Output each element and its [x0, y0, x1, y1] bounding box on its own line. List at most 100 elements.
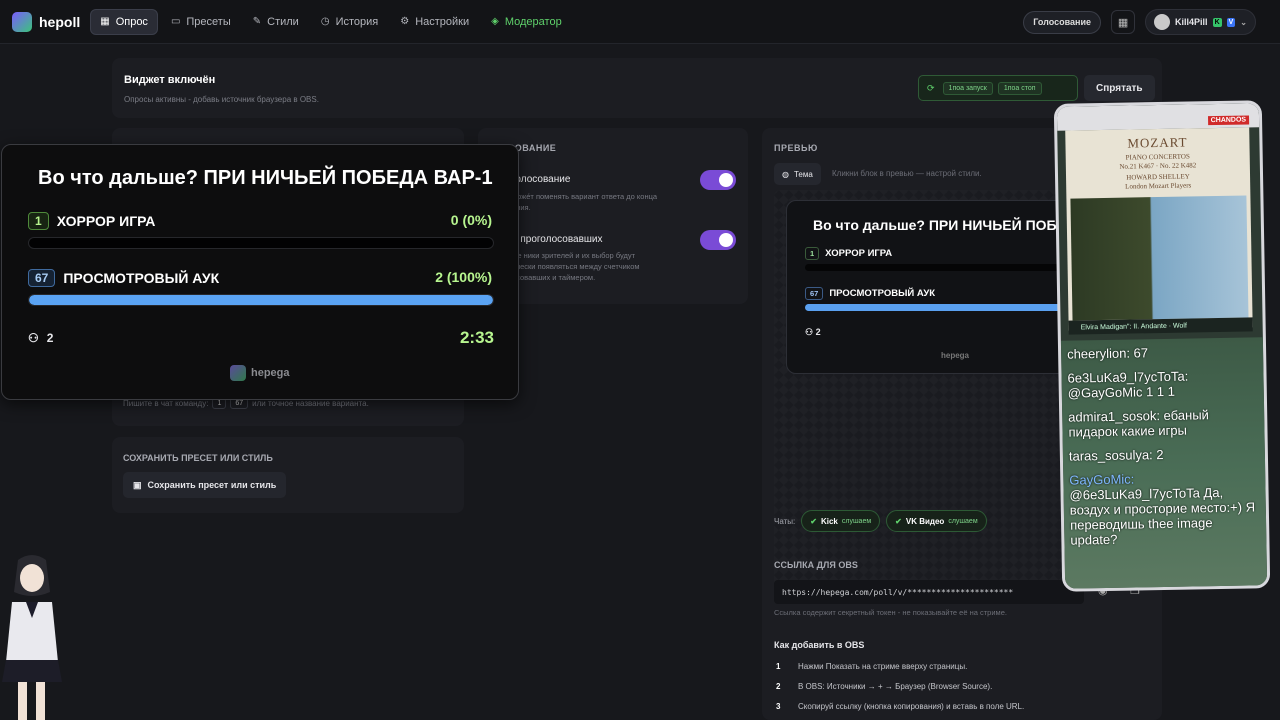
- chat-message: 6e3LuKa9_l7ycToTa: @GayGoMic 1 1 1: [1067, 367, 1259, 401]
- chat-user: admira1_sosok:: [1068, 408, 1161, 425]
- mini-brand: hepega: [941, 351, 970, 360]
- mini-option-1: 1 ХОРРОР ИГРА: [805, 247, 892, 260]
- chat-text: @6e3LuKa9_l7ycToTa Да, воздух и простоpи…: [1069, 484, 1256, 548]
- poll-brand-text: hepega: [251, 367, 290, 379]
- change-vote-toggle[interactable]: [700, 170, 736, 190]
- app-logo[interactable]: hepoll: [12, 11, 81, 32]
- palette-icon: ◍: [782, 169, 789, 179]
- nav-styles-label: Стили: [267, 15, 299, 28]
- now-playing: Elvira Madigan": II. Andante · Wolf: [1068, 317, 1253, 335]
- nav-presets[interactable]: ▭ Пресеты: [162, 9, 240, 35]
- gear-icon: ⚙: [400, 16, 410, 27]
- history-icon: ◷: [320, 16, 330, 27]
- save-preset-card: СОХРАНИТЬ ПРЕСЕТ ИЛИ СТИЛЬ ▣ Сохранить п…: [112, 437, 464, 513]
- obs-link-header: ССЫЛКА ДЛЯ OBS: [774, 560, 858, 570]
- chat-message: taras_sosulya: 2: [1068, 445, 1261, 464]
- brand-icon: [230, 365, 246, 381]
- layout-icon[interactable]: ▦: [1111, 10, 1136, 34]
- nav-moderator-label: Модератор: [504, 15, 562, 28]
- save-preset-button[interactable]: ▣ Сохранить пресет или стиль: [123, 472, 287, 498]
- album-cover: MOZART PIANO CONCERTOS No.21 K467 · No. …: [1065, 127, 1253, 331]
- top-right-actions: Голосование ▦ Kill4Pill K V ⌄: [1023, 9, 1256, 35]
- album-artwork: [1070, 195, 1249, 321]
- nav-presets-label: Пресеты: [186, 15, 231, 28]
- status-subtitle: Опросы активны - добавь источник браузер…: [124, 95, 319, 104]
- top-navbar: hepoll ▦ Опрос ▭ Пресеты ✎ Стили ◷ История ⚙…: [0, 0, 1280, 44]
- nav-history[interactable]: ◷ История: [312, 9, 387, 35]
- poll-bar-1: [28, 237, 494, 249]
- poll-timer: 2:33: [459, 328, 494, 347]
- step-1-text: Нажми Показать на стриме вверху страницы…: [798, 662, 968, 671]
- chat-message: admira1_sosok: ебаный пидарок какие игры: [1068, 406, 1260, 439]
- kick-icon: ✔: [810, 516, 817, 526]
- show-voters-desc-1: ые ники зрителей и их выбор будут: [512, 251, 636, 260]
- poll-voters-count: 2: [46, 331, 54, 345]
- nav-poll-label: Опрос: [115, 15, 148, 28]
- obs-url-field[interactable]: https://hepega.com/poll/v/**************…: [774, 580, 1084, 604]
- change-vote-desc: може́т поменять вариант ответа до конца а…: [512, 191, 687, 213]
- chat-user: taras_sosulya:: [1068, 447, 1153, 464]
- vk-chat-status: слушаем: [948, 517, 978, 525]
- preview-hint: Кликни блок в превью — настрой стили.: [832, 169, 982, 178]
- vote-button[interactable]: Голосование: [1023, 10, 1102, 34]
- mini-option-2-num: 67: [805, 287, 824, 300]
- command-hint-tail: или точное название варианта.: [252, 399, 369, 408]
- poll-option-1: 1 ХОРРОР ИГРА: [28, 212, 155, 230]
- poll-widget-overlay: Во что дальше? ПРИ НИЧЬЕЙ ПОБЕДА ВАР-1 1…: [1, 144, 519, 400]
- hide-button[interactable]: Спрятать: [1084, 75, 1155, 101]
- kick-chat-chip[interactable]: ✔ Kick слушаем: [801, 510, 881, 532]
- user-menu[interactable]: Kill4Pill K V ⌄: [1145, 9, 1256, 35]
- brush-icon: ✎: [252, 16, 262, 27]
- command-hint-text: Пишите в чат команду:: [123, 399, 209, 408]
- shield-icon: ◈: [491, 16, 499, 27]
- theme-button[interactable]: ◍ Тема: [774, 163, 821, 185]
- start-chip[interactable]: 1поа запуск: [942, 81, 993, 95]
- mini-bar-2: [805, 304, 1085, 311]
- users-icon: ⚇: [28, 331, 39, 345]
- nav-poll[interactable]: ▦ Опрос: [90, 8, 158, 35]
- vk-chat-chip[interactable]: ✔ VK Видео слушаем: [886, 510, 987, 532]
- stream-chat: cheerylion: 67 6e3LuKa9_l7ycToTa: @GayGo…: [1060, 337, 1268, 592]
- poll-option-1-num: 1: [28, 212, 49, 230]
- mini-option-2: 67 ПРОСМОТРОВЫЙ АУК: [805, 287, 935, 300]
- preset-icon: ▭: [170, 16, 181, 27]
- nav-settings-label: Настройки: [415, 15, 470, 28]
- step-1: 1 Нажми Показать на стриме вверху страниц…: [776, 662, 967, 671]
- chat-text: @GayGoMic 1 1 1: [1067, 383, 1176, 401]
- nav-moderator[interactable]: ◈ Модератор: [482, 9, 571, 35]
- preview-header: ПРЕВЬЮ: [774, 143, 818, 153]
- step-2-num: 2: [776, 682, 781, 691]
- change-vote-desc-1: може́т поменять вариант ответа до конца: [512, 192, 658, 201]
- mini-voters: ⚇ 2: [805, 327, 821, 338]
- grid-icon: ▦: [100, 16, 110, 27]
- poll-bar-2-fill: [29, 295, 493, 305]
- nav-settings[interactable]: ⚙ Настройки: [391, 9, 478, 35]
- chat-sources: Чаты: ✔ Kick слушаем ✔ VK Видео слушаем: [774, 510, 987, 532]
- change-vote-title: голосование: [512, 174, 571, 185]
- chats-label: Чаты:: [774, 516, 796, 526]
- chat-message: cheerylion: 67: [1067, 343, 1259, 361]
- mini-poll-widget[interactable]: Во что дальше? ПРИ НИЧЬЕЙ ПОБЕДА ВАР-1 1…: [786, 200, 1086, 374]
- stop-chip[interactable]: 1поа стоп: [997, 81, 1042, 95]
- refresh-icon: ⟳: [927, 82, 935, 93]
- vtuber-avatar: [2, 555, 62, 720]
- save-preset-header: СОХРАНИТЬ ПРЕСЕТ ИЛИ СТИЛЬ: [123, 453, 273, 463]
- show-voters-desc-3: осовавших и таймером.: [512, 273, 596, 282]
- step-2-text: В OBS: Источники → + → Браузер (Browser …: [798, 682, 993, 691]
- how-to-header: Как добавить в OBS: [774, 640, 865, 650]
- show-voters-toggle[interactable]: [700, 230, 736, 250]
- logo-text: hepoll: [39, 13, 81, 30]
- kick-chat-label: Kick: [820, 516, 838, 526]
- main-nav: ▦ Опрос ▭ Пресеты ✎ Стили ◷ История ⚙ Настрой…: [90, 8, 571, 35]
- poll-brand: hepega: [230, 365, 290, 381]
- phone-stream-overlay: CHANDOS MOZART PIANO CONCERTOS No.21 K46…: [1053, 100, 1271, 592]
- chevron-down-icon: ⌄: [1240, 17, 1247, 27]
- poll-option-1-result: 0 (0%): [450, 212, 492, 228]
- avatar: [1154, 14, 1171, 30]
- nav-styles[interactable]: ✎ Стили: [244, 9, 308, 35]
- hotkey-chips: ⟳ 1поа запуск 1поа стоп: [918, 75, 1078, 101]
- mini-question: Во что дальше? ПРИ НИЧЬЕЙ ПОБЕДА ВАР-1: [813, 217, 1085, 233]
- poll-option-2-label: ПРОСМОТРОВЫЙ АУК: [63, 270, 220, 286]
- status-title: Виджет включён: [124, 74, 216, 86]
- poll-option-1-label: ХОРРОР ИГРА: [56, 213, 156, 229]
